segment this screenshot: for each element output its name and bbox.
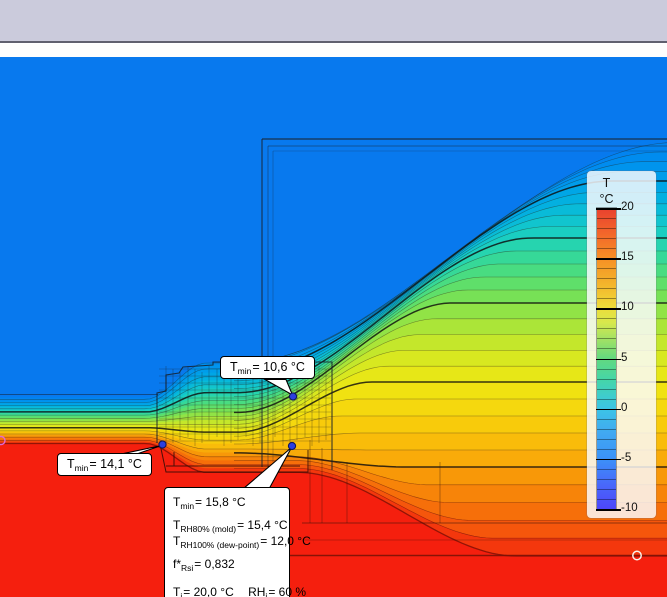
- colorbar-major-tick: [596, 509, 621, 511]
- info-line-rh80: TRH80% (mold)= 15,4 °C: [173, 518, 288, 534]
- min-temperature-marker[interactable]: [288, 392, 298, 401]
- colorbar-minor-tick: [597, 298, 616, 300]
- colorbar-minor-tick: [597, 418, 616, 420]
- colorbar-minor-tick: [597, 398, 616, 400]
- colorbar-minor-tick: [597, 338, 616, 340]
- tmin-frame-symbol: T: [230, 360, 238, 374]
- colorbar-minor-tick: [597, 328, 616, 330]
- callout-analysis[interactable]: Tmin= 15,8 °C TRH80% (mold)= 15,4 °C TRH…: [164, 487, 311, 597]
- colorbar-minor-tick: [597, 348, 616, 350]
- info-line-rh100: TRH100% (dew-point)= 12,0 °C: [173, 534, 311, 550]
- colorbar-minor-tick: [597, 498, 616, 500]
- min-temperature-marker[interactable]: [158, 440, 167, 449]
- tmin-sill-symbol: T: [67, 457, 75, 471]
- colorbar-minor-tick: [597, 248, 616, 250]
- colorbar-major-tick: [596, 208, 621, 210]
- colorbar-minor-tick: [597, 378, 616, 380]
- colorbar-major-tick: [596, 308, 621, 310]
- tmin-sill-sub: min: [74, 463, 89, 473]
- colorbar-minor-tick: [597, 388, 616, 390]
- colorbar-major-tick: [596, 258, 621, 260]
- colorbar-tick-label: -5: [621, 451, 632, 464]
- colorbar-tick-label: 20: [621, 201, 634, 213]
- callout-tmin-sill[interactable]: Tmin= 14,1 °C: [57, 453, 152, 476]
- colorbar-minor-tick: [597, 288, 616, 290]
- colorbar-tick-label: 5: [621, 351, 628, 364]
- colorbar-minor-tick: [597, 318, 616, 320]
- tmin-frame-value: = 10,6 °C: [252, 360, 305, 374]
- colorbar-tick-label: 0: [621, 401, 628, 414]
- colorbar-major-tick: [596, 458, 621, 461]
- callout-tmin-frame[interactable]: Tmin= 10,6 °C: [220, 356, 315, 379]
- colorbar-minor-tick: [597, 478, 616, 480]
- tmin-frame-sub: min: [237, 366, 252, 376]
- colorbar-minor-tick: [597, 228, 616, 230]
- colorbar-minor-tick: [597, 238, 616, 240]
- isotherm-field-canvas[interactable]: [0, 0, 667, 597]
- tmin-sill-value: = 14,1 °C: [89, 457, 142, 471]
- info-line-frsi: f*Rsi= 0,832: [173, 557, 235, 573]
- colorbar-minor-tick: [597, 218, 616, 220]
- thermal-simulation-view: T °C 20 15 10 5 0 -5 -10 Tmin= 10,6 °C Tmin= 1…: [0, 0, 667, 597]
- temperature-legend[interactable]: T °C 20 15 10 5 0 -5 -10: [587, 171, 656, 518]
- colorbar-tick-label: 15: [621, 251, 634, 264]
- colorbar-minor-tick: [597, 438, 616, 440]
- colorbar-minor-tick: [597, 468, 616, 470]
- info-line-tmin: Tmin= 15,8 °C: [173, 495, 246, 511]
- legend-title-symbol: T: [602, 176, 611, 190]
- info-line-conditions: Ti= 20,0 °C RHi= 60 %: [173, 585, 307, 597]
- colorbar-minor-tick: [597, 268, 616, 270]
- colorbar-minor-tick: [597, 428, 616, 430]
- colorbar-minor-tick: [597, 448, 616, 450]
- colorbar-major-tick: [596, 408, 621, 411]
- min-temperature-marker[interactable]: [287, 441, 297, 451]
- colorbar-minor-tick: [597, 488, 616, 490]
- colorbar-tick-label: 10: [621, 301, 634, 314]
- colorbar-tick-label: -10: [621, 502, 638, 514]
- colorbar-major-tick: [596, 358, 621, 361]
- colorbar-minor-tick: [597, 278, 616, 280]
- colorbar-minor-tick: [597, 368, 616, 370]
